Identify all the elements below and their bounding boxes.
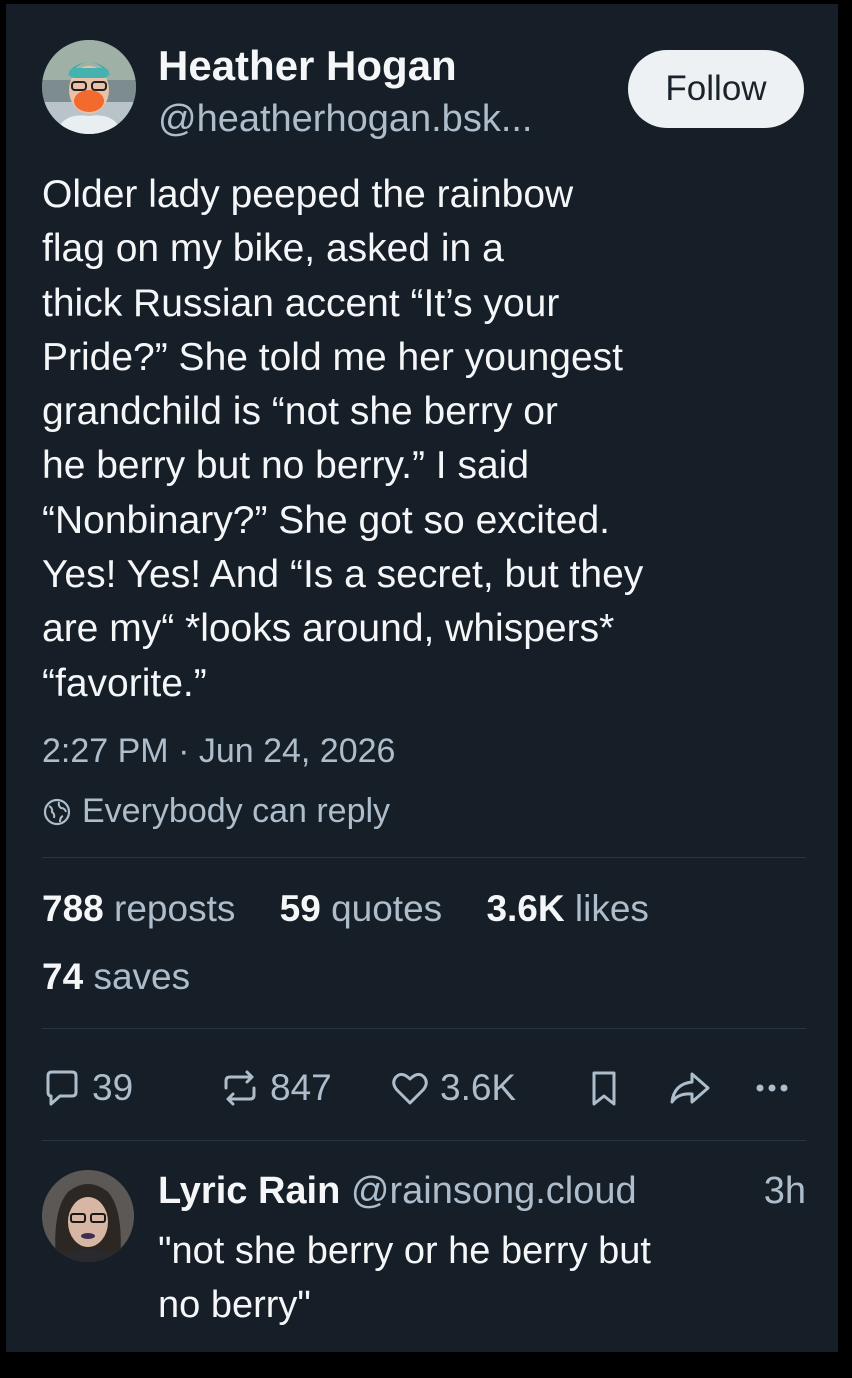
author-avatar[interactable] (42, 40, 136, 134)
reply-text-line: "not she berry or he berry but (158, 1230, 651, 1272)
reposts-label: reposts (114, 888, 236, 929)
reply-avatar-image (42, 1170, 134, 1262)
saves-label: saves (93, 956, 191, 997)
likes-label: likes (574, 888, 649, 929)
more-icon (756, 1084, 788, 1092)
post-text-line: “Nonbinary?” She got so excited. (42, 498, 610, 542)
post-timestamp[interactable]: 2:27 PM · Jun 24, 2026 (42, 732, 395, 771)
reply-icon (46, 1070, 78, 1106)
bookmark-icon (592, 1071, 616, 1106)
quotes-count: 59 (279, 888, 321, 929)
post-text: Older lady peeped the rainbow flag on my… (42, 168, 802, 711)
post-text-line: Older lady peeped the rainbow (42, 173, 574, 216)
heart-icon (392, 1072, 428, 1105)
reply-header: Lyric Rain @rainsong.cloud 3h (158, 1170, 806, 1213)
author-name[interactable]: Heather Hogan (158, 42, 457, 90)
author-avatar-image (42, 40, 136, 134)
reply-text: "not she berry or he berry but no berry" (158, 1224, 798, 1332)
quotes-label: quotes (331, 888, 443, 929)
reply-time[interactable]: 3h (764, 1170, 806, 1213)
reply-setting[interactable]: Everybody can reply (42, 792, 390, 831)
more-button[interactable] (750, 1060, 794, 1116)
divider (42, 1140, 806, 1141)
post-text-line: Yes! Yes! And “Is a secret, but they (42, 553, 644, 597)
post-stats: 788 reposts 59 quotes 3.6K likes (42, 888, 683, 930)
repost-count: 847 (270, 1067, 332, 1108)
likes-count: 3.6K (486, 888, 565, 929)
saves-count: 74 (42, 956, 84, 997)
divider (42, 857, 806, 858)
bookmark-button[interactable] (582, 1060, 626, 1116)
reply-author-name[interactable]: Lyric Rain (158, 1170, 340, 1212)
likes-stat[interactable]: 3.6K likes (486, 888, 648, 929)
reposts-stat[interactable]: 788 reposts (42, 888, 235, 929)
reply-author-avatar[interactable] (42, 1170, 134, 1262)
share-icon (670, 1072, 710, 1104)
divider (42, 1028, 806, 1029)
post-stats-saves: 74 saves (42, 956, 224, 998)
post-text-line: “favorite.” (42, 661, 207, 705)
globe-icon (43, 798, 71, 825)
post-text-line: he berry but no berry.” I said (42, 444, 530, 488)
reposts-count: 788 (42, 888, 104, 929)
post-card: Heather Hogan @heatherhogan.bsk... Follo… (6, 4, 838, 1352)
post-text-line: flag on my bike, asked in a (42, 227, 504, 271)
quotes-stat[interactable]: 59 quotes (280, 888, 443, 929)
post-text-line: Pride?” She told me her youngest (42, 335, 624, 379)
repost-button[interactable]: 847 (218, 1060, 332, 1116)
like-count: 3.6K (440, 1067, 517, 1108)
reply-text-line: no berry" (158, 1284, 311, 1326)
share-button[interactable] (666, 1060, 714, 1116)
author-handle[interactable]: @heatherhogan.bsk... (158, 98, 533, 141)
saves-stat[interactable]: 74 saves (42, 956, 190, 997)
reply-button[interactable]: 39 (40, 1060, 133, 1116)
reply-count: 39 (92, 1067, 134, 1108)
reply-setting-label: Everybody can reply (82, 792, 391, 830)
reply-author-handle[interactable]: @rainsong.cloud (351, 1170, 637, 1212)
like-button[interactable]: 3.6K (388, 1060, 516, 1116)
post-text-line: are my“ *looks around, whispers* (42, 607, 615, 651)
repost-icon (224, 1070, 256, 1106)
action-bar: 39 847 3.6K (40, 1060, 810, 1116)
post-text-line: grandchild is “not she berry or (42, 390, 558, 434)
post-text-line: thick Russian accent “It’s your (42, 281, 560, 325)
follow-button[interactable]: Follow (628, 50, 804, 128)
